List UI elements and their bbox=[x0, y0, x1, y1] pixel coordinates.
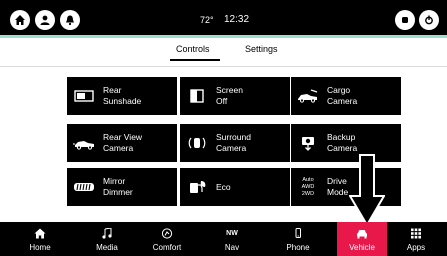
nav-comfort[interactable]: Comfort bbox=[145, 222, 189, 256]
phone-icon bbox=[292, 227, 304, 241]
nav-nav[interactable]: NW Nav bbox=[212, 222, 252, 256]
mirror-dimmer-icon bbox=[67, 168, 101, 206]
screen-off-button[interactable]: Screen Off bbox=[180, 77, 290, 115]
eco-label: Eco bbox=[216, 181, 231, 192]
active-tab-indicator bbox=[170, 59, 220, 61]
nav-phone-label: Phone bbox=[286, 242, 310, 252]
music-note-icon bbox=[101, 227, 113, 241]
eco-icon bbox=[180, 168, 214, 206]
rear-view-camera-icon bbox=[67, 124, 101, 162]
nav-media[interactable]: Media bbox=[87, 222, 127, 256]
car-icon bbox=[356, 227, 368, 241]
user-icon bbox=[40, 15, 50, 25]
nav-nav-label: Nav bbox=[224, 242, 240, 252]
rear-sunshade-button[interactable]: Rear Sunshade bbox=[67, 77, 177, 115]
backup-camera-icon bbox=[291, 124, 325, 162]
nav-apps-label: Apps bbox=[406, 242, 426, 252]
tab-divider bbox=[0, 66, 447, 67]
profile-button[interactable] bbox=[35, 10, 55, 30]
mirror-dimmer-label: Mirror Dimmer bbox=[103, 176, 133, 197]
bottom-nav: Home Media Comfort NW Nav Phone Vehicle … bbox=[0, 222, 447, 256]
mirror-dimmer-button[interactable]: Mirror Dimmer bbox=[67, 168, 177, 206]
tab-settings[interactable]: Settings bbox=[245, 44, 278, 54]
comfort-icon bbox=[161, 227, 173, 241]
nav-vehicle-label: Vehicle bbox=[349, 242, 375, 252]
status-bar: 72° 12:32 bbox=[0, 0, 447, 38]
apps-grid-icon bbox=[410, 227, 422, 241]
sunshade-icon bbox=[67, 77, 101, 115]
compass-icon: NW bbox=[226, 227, 238, 241]
drive-mode-icon-text: Auto AWD 2WD bbox=[301, 176, 315, 197]
screen-off-label: Screen Off bbox=[216, 85, 243, 106]
nav-home[interactable]: Home bbox=[20, 222, 60, 256]
nav-apps[interactable]: Apps bbox=[396, 222, 436, 256]
surround-camera-label: Surround Camera bbox=[216, 132, 251, 153]
cargo-camera-label: Cargo Camera bbox=[327, 85, 358, 106]
cargo-camera-button[interactable]: Cargo Camera bbox=[291, 77, 401, 115]
nav-media-label: Media bbox=[96, 242, 118, 252]
compass-icon-text: NW bbox=[226, 230, 238, 237]
screen-off-icon bbox=[180, 77, 214, 115]
rear-view-camera-label: Rear View Camera bbox=[103, 132, 143, 153]
nav-comfort-label: Comfort bbox=[152, 242, 182, 252]
surround-camera-button[interactable]: Surround Camera bbox=[180, 124, 290, 162]
bell-icon bbox=[66, 15, 74, 26]
cargo-camera-icon bbox=[291, 77, 325, 115]
rear-view-camera-button[interactable]: Rear View Camera bbox=[67, 124, 177, 162]
down-arrow-callout bbox=[349, 154, 385, 226]
power-icon bbox=[425, 15, 433, 25]
tab-controls[interactable]: Controls bbox=[176, 44, 210, 54]
nav-phone[interactable]: Phone bbox=[278, 222, 318, 256]
power-button[interactable] bbox=[419, 10, 439, 30]
home-icon bbox=[34, 227, 46, 241]
eco-button[interactable]: Eco bbox=[180, 168, 290, 206]
temperature-readout: 72° bbox=[200, 15, 214, 25]
home-icon bbox=[15, 15, 25, 25]
nav-home-label: Home bbox=[29, 242, 51, 252]
rear-sunshade-label: Rear Sunshade bbox=[103, 85, 142, 106]
notifications-button[interactable] bbox=[60, 10, 80, 30]
surround-camera-icon bbox=[180, 124, 214, 162]
vehicle-controls-screen: 72° 12:32 Controls Settings Rear Sunshad… bbox=[0, 0, 447, 256]
tab-bar: Controls Settings bbox=[0, 42, 447, 61]
nav-vehicle[interactable]: Vehicle bbox=[337, 222, 387, 256]
voice-icon bbox=[402, 17, 408, 23]
home-button[interactable] bbox=[10, 10, 30, 30]
clock: 12:32 bbox=[224, 14, 250, 25]
voice-button[interactable] bbox=[395, 10, 415, 30]
drive-mode-icon: Auto AWD 2WD bbox=[291, 168, 325, 206]
backup-camera-label: Backup Camera bbox=[327, 132, 358, 153]
drive-mode-label: Drive Mode bbox=[327, 176, 349, 197]
